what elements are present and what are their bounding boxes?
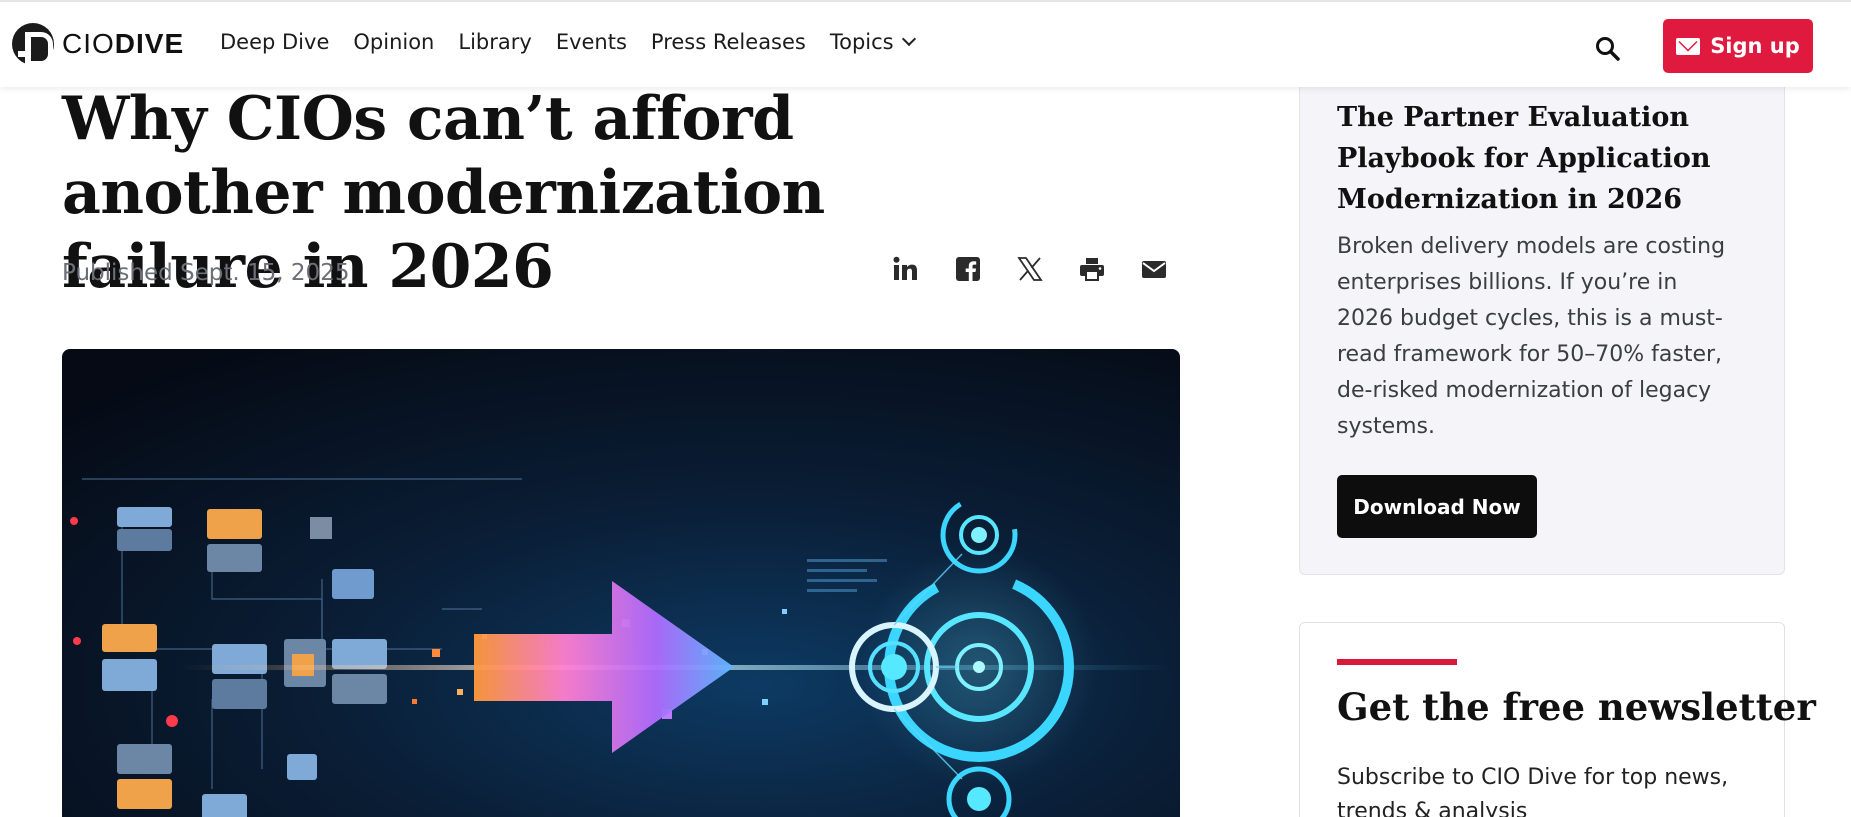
linkedin-icon[interactable] xyxy=(893,256,919,282)
x-icon[interactable] xyxy=(1017,256,1043,282)
ciodive-logo-icon xyxy=(12,23,54,66)
promo-title[interactable]: The Partner Evaluation Playbook for Appl… xyxy=(1337,97,1737,220)
email-icon[interactable] xyxy=(1141,256,1167,282)
share-bar xyxy=(893,256,1167,282)
article-hero-image xyxy=(62,349,1180,817)
site-header: CIODIVE Deep Dive Opinion Library Events… xyxy=(0,0,1851,87)
signup-label: Sign up xyxy=(1710,34,1800,58)
mail-icon xyxy=(1676,37,1701,55)
nav-library[interactable]: Library xyxy=(458,30,531,54)
nav-events[interactable]: Events xyxy=(556,30,627,54)
newsletter-signup-card: Get the free newsletter Subscribe to CIO… xyxy=(1299,622,1816,817)
accent-rule xyxy=(1337,659,1457,665)
site-logo[interactable]: CIODIVE xyxy=(12,23,185,66)
download-now-button[interactable]: Download Now xyxy=(1337,475,1537,538)
signup-button[interactable]: Sign up xyxy=(1663,19,1813,73)
nav-topics[interactable]: Topics xyxy=(830,30,916,54)
nav-press-releases[interactable]: Press Releases xyxy=(651,30,806,54)
chevron-down-icon xyxy=(901,31,916,47)
logo-wordmark: CIODIVE xyxy=(62,28,185,59)
sponsored-promo-card: The Partner Evaluation Playbook for Appl… xyxy=(1299,60,1785,575)
main-nav: Deep Dive Opinion Library Events Press R… xyxy=(220,30,938,54)
published-date: Published Sept. 15, 2025 xyxy=(62,260,350,286)
print-icon[interactable] xyxy=(1079,256,1105,282)
newsletter-description: Subscribe to CIO Dive for top news, tren… xyxy=(1337,765,1729,817)
promo-description: Broken delivery models are costing enter… xyxy=(1337,234,1726,439)
nav-opinion[interactable]: Opinion xyxy=(353,30,434,54)
facebook-icon[interactable] xyxy=(955,256,981,282)
newsletter-title: Get the free newsletter xyxy=(1337,685,1816,729)
nav-deep-dive[interactable]: Deep Dive xyxy=(220,30,329,54)
search-icon[interactable] xyxy=(1595,36,1621,62)
